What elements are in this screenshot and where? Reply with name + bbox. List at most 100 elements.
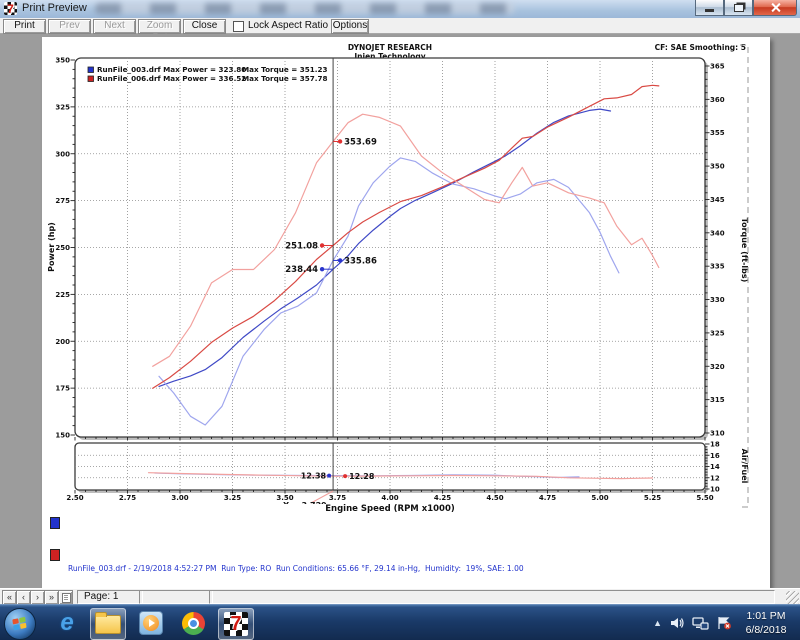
taskbar: e 7 ▲ 1:01 PM 6/8/2018 (0, 604, 800, 640)
close-window-button[interactable] (753, 0, 797, 16)
torque-tick-label: 310 (710, 429, 725, 437)
window-title: Print Preview (22, 2, 87, 14)
cursor-value-label: 353.69 (344, 137, 377, 147)
legend-text: Max Torque = 351.23 (242, 65, 327, 74)
rpm-tick-label: 4.50 (486, 494, 503, 502)
next-page-button[interactable]: Next (93, 19, 136, 34)
prev-page-nav-button[interactable]: ‹ (16, 590, 31, 605)
cursor-x-label: X = 3.729 (283, 501, 327, 510)
status-bar: « ‹ › » Page: 1 (0, 588, 800, 605)
torque-tick-label: 345 (710, 196, 725, 204)
af-marker-dot (343, 474, 347, 478)
torque-tick-label: 335 (710, 263, 725, 271)
af-tick-label: 10 (710, 486, 720, 494)
legend-text: RunFile_003.drf Max Power = 323.80 (97, 65, 246, 74)
rpm-tick-label: 3.00 (171, 494, 188, 502)
rpm-tick-label: 3.75 (329, 494, 346, 502)
legend-text: Max Torque = 357.78 (242, 74, 327, 83)
x-axis-title: Engine Speed (RPM x1000) (325, 504, 455, 514)
tray-expand-icon[interactable]: ▲ (653, 618, 662, 628)
clock-time: 1:01 PM (736, 609, 796, 623)
close-icon (770, 2, 781, 13)
speaker-icon[interactable] (669, 616, 685, 630)
af-tick-label: 18 (710, 441, 720, 449)
page-setup-button[interactable] (58, 590, 73, 605)
first-page-button[interactable]: « (2, 590, 17, 605)
prev-page-button[interactable]: Prev (48, 19, 91, 34)
marker-dot (338, 139, 342, 143)
marker-dot (338, 258, 342, 262)
minimize-button[interactable] (695, 0, 724, 16)
marker-dot (320, 243, 324, 247)
close-preview-button[interactable]: Close (183, 19, 226, 34)
rpm-tick-label: 4.25 (434, 494, 451, 502)
rpm-tick-label: 5.25 (644, 494, 661, 502)
winpep7-taskbar-icon[interactable]: 7 (218, 608, 254, 640)
torque-tick-label: 315 (710, 396, 725, 404)
cursor-value-label: 238.44 (285, 265, 318, 275)
file-explorer-icon[interactable] (90, 608, 126, 640)
torque-tick-label: 360 (710, 96, 725, 104)
power-tick-label: 250 (55, 244, 70, 252)
power-tick-label: 300 (55, 150, 70, 158)
status-panel-2 (139, 590, 213, 604)
start-button[interactable] (4, 608, 36, 640)
power-tick-label: 325 (55, 103, 70, 111)
af-tick-label: 12 (710, 474, 720, 482)
media-player-icon[interactable] (134, 608, 168, 638)
lock-aspect-checkbox[interactable] (233, 21, 244, 32)
rpm-tick-label: 4.00 (381, 494, 398, 502)
lock-aspect-label: Lock Aspect Ratio (248, 20, 328, 31)
redacted-title-text (95, 3, 515, 14)
windows-flag-icon (12, 617, 27, 632)
power-tick-label: 225 (55, 291, 70, 299)
options-button[interactable]: Options (331, 19, 369, 34)
rpm-tick-label: 2.75 (119, 494, 136, 502)
action-center-flag-icon[interactable] (716, 616, 732, 630)
torque-tick-label: 365 (710, 63, 725, 71)
rpm-tick-label: 4.75 (539, 494, 556, 502)
chrome-icon[interactable] (176, 608, 210, 638)
toolbar: Print Prev Next Zoom Out Close Lock Aspe… (0, 18, 800, 34)
torque-tick-label: 330 (710, 296, 725, 304)
status-panel-3 (209, 590, 775, 604)
last-page-button[interactable]: » (44, 590, 59, 605)
cursor-value-label: 251.08 (285, 241, 318, 251)
restore-icon (734, 4, 744, 12)
legend-swatch (88, 76, 94, 82)
torque-tick-label: 355 (710, 129, 725, 137)
rpm-tick-label: 2.50 (66, 494, 83, 502)
rpm-tick-label: 5.50 (696, 494, 713, 502)
zoom-out-button[interactable]: Zoom Out (138, 19, 181, 34)
document-icon (62, 593, 71, 603)
power-tick-label: 150 (55, 432, 70, 440)
next-page-nav-button[interactable]: › (30, 590, 45, 605)
network-icon[interactable] (692, 616, 709, 630)
preview-area: DYNOJET RESEARCH Injen Technology CF: SA… (0, 34, 800, 588)
power-tick-label: 175 (55, 385, 70, 393)
run1-color-swatch (50, 517, 60, 529)
resize-grip[interactable] (786, 591, 799, 604)
minimize-icon (705, 9, 714, 12)
restore-button[interactable] (724, 0, 753, 16)
af-tick-label: 16 (710, 452, 720, 460)
print-button[interactable]: Print (3, 19, 46, 34)
power-tick-label: 275 (55, 197, 70, 205)
power-axis-title: Power (hp) (47, 222, 56, 272)
page-number-panel: Page: 1 (77, 590, 143, 604)
rpm-tick-label: 3.25 (224, 494, 241, 502)
taskbar-clock[interactable]: 1:01 PM 6/8/2018 (736, 609, 796, 637)
legend-text: RunFile_006.drf Max Power = 336.52 (97, 74, 246, 83)
torque-tick-label: 320 (710, 363, 725, 371)
af-value-label: 12.28 (349, 472, 375, 481)
rpm-tick-label: 5.00 (591, 494, 608, 502)
af-value-label: 12.38 (301, 472, 327, 481)
legend-swatch (88, 67, 94, 73)
dyno-chart: 3503253002752502252001751503653603553503… (42, 37, 770, 588)
cursor-value-label: 335.86 (344, 256, 377, 266)
internet-explorer-icon[interactable]: e (50, 608, 84, 638)
power-tick-label: 350 (55, 57, 70, 65)
winpep-app-icon: 7 (4, 2, 17, 15)
clock-date: 6/8/2018 (736, 623, 796, 637)
af-marker-dot (327, 474, 331, 478)
